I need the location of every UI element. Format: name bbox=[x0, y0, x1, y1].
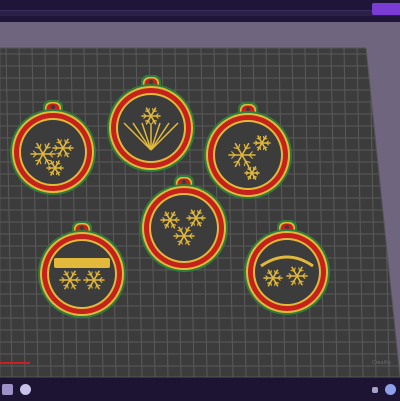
plate-watermark: Creality bbox=[372, 360, 392, 366]
home-icon[interactable] bbox=[20, 384, 31, 395]
status-bar bbox=[0, 377, 400, 401]
title-bar bbox=[0, 0, 400, 22]
settings-icon[interactable] bbox=[385, 384, 396, 395]
layers-icon[interactable] bbox=[2, 384, 13, 395]
menu-band bbox=[0, 10, 400, 16]
build-plate[interactable] bbox=[0, 22, 400, 377]
3d-viewport[interactable] bbox=[0, 22, 400, 377]
active-tab[interactable] bbox=[372, 3, 400, 15]
view-icon[interactable] bbox=[372, 387, 378, 393]
